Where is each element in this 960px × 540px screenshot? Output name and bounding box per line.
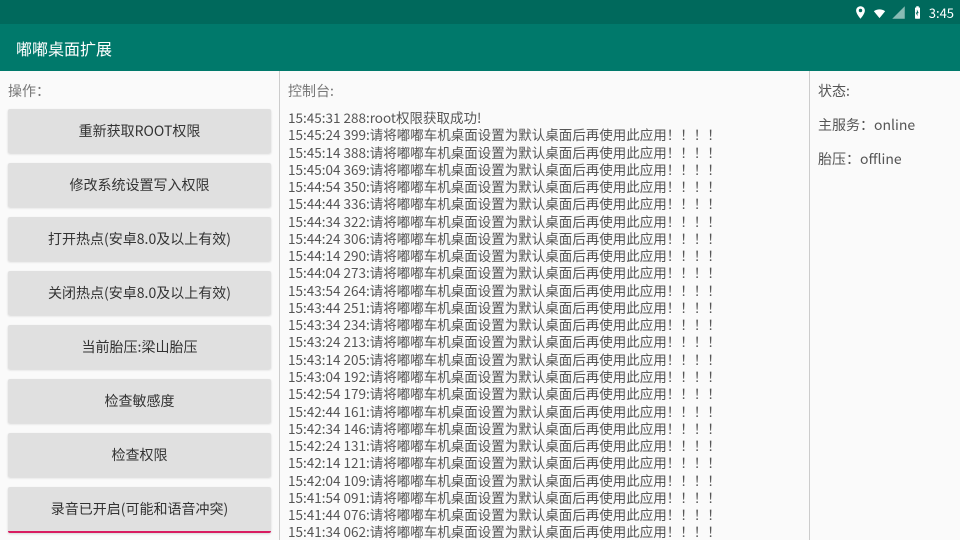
action-button-5[interactable]: 检查敏感度 — [8, 379, 271, 423]
console-line: 15:45:24 399:请将嘟嘟车机桌面设置为默认桌面后再使用此应用！！！！ — [288, 126, 801, 143]
location-icon — [853, 5, 868, 20]
status-line: 胎压：offline — [818, 149, 952, 169]
console-line: 15:41:34 062:请将嘟嘟车机桌面设置为默认桌面后再使用此应用！！！！ — [288, 523, 801, 540]
status-label: 状态: — [818, 81, 952, 101]
app-title: 嘟嘟桌面扩展 — [16, 36, 112, 60]
action-button-2[interactable]: 打开热点(安卓8.0及以上有效) — [8, 217, 271, 261]
app-bar: 嘟嘟桌面扩展 — [0, 24, 960, 71]
console-line: 15:42:14 121:请将嘟嘟车机桌面设置为默认桌面后再使用此应用！！！！ — [288, 454, 801, 471]
android-status-bar: 3:45 — [0, 0, 960, 24]
battery-charging-icon — [910, 5, 925, 20]
console-line: 15:44:44 336:请将嘟嘟车机桌面设置为默认桌面后再使用此应用！！！！ — [288, 195, 801, 212]
wifi-icon — [872, 5, 887, 20]
action-button-1[interactable]: 修改系统设置写入权限 — [8, 163, 271, 207]
console-output: 15:45:31 288:root权限获取成功!15:45:24 399:请将嘟… — [288, 109, 801, 540]
console-panel: 控制台: 15:45:31 288:root权限获取成功!15:45:24 39… — [280, 71, 810, 540]
action-button-3[interactable]: 关闭热点(安卓8.0及以上有效) — [8, 271, 271, 315]
actions-panel: 操作： 重新获取ROOT权限修改系统设置写入权限打开热点(安卓8.0及以上有效)… — [0, 71, 280, 540]
status-time: 3:45 — [929, 3, 954, 22]
action-button-0[interactable]: 重新获取ROOT权限 — [8, 109, 271, 153]
action-button-6[interactable]: 检查权限 — [8, 433, 271, 477]
action-button-4[interactable]: 当前胎压:梁山胎压 — [8, 325, 271, 369]
status-line: 主服务：online — [818, 115, 952, 135]
console-line: 15:42:54 179:请将嘟嘟车机桌面设置为默认桌面后再使用此应用！！！！ — [288, 385, 801, 402]
actions-label: 操作： — [8, 81, 271, 101]
status-panel: 状态: 主服务：online 胎压：offline — [810, 71, 960, 540]
signal-icon — [891, 5, 906, 20]
console-label: 控制台: — [288, 81, 801, 101]
action-button-7[interactable]: 录音已开启(可能和语音冲突) — [8, 487, 271, 533]
